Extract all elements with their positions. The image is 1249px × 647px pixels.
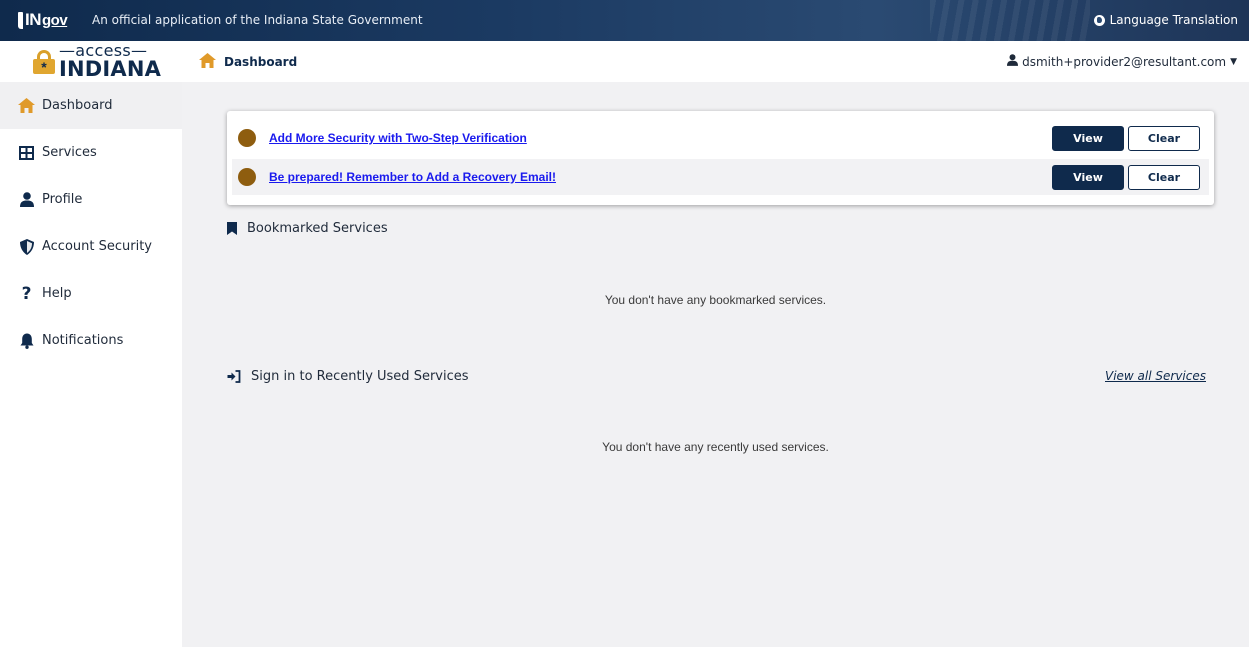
bell-icon [18, 332, 35, 349]
user-menu[interactable]: dsmith+provider2@resultant.com ▼ [1007, 54, 1237, 69]
bookmark-icon [227, 222, 237, 235]
clear-button[interactable]: Clear [1128, 126, 1200, 151]
recent-services-heading: Sign in to Recently Used Services [227, 369, 469, 384]
ingov-logo[interactable]: IN gov [18, 10, 68, 30]
chevron-down-icon: ▼ [1230, 56, 1237, 67]
user-icon [1007, 54, 1019, 69]
language-translation-label: Language Translation [1109, 13, 1238, 27]
ingov-logo-mark [18, 11, 23, 29]
breadcrumb-label: Dashboard [224, 55, 298, 69]
home-icon [18, 97, 35, 114]
alert-link-recovery-email[interactable]: Be prepared! Remember to Add a Recovery … [269, 170, 556, 184]
recent-empty-message: You don't have any recently used service… [602, 440, 829, 454]
home-icon [199, 53, 216, 71]
sidebar-item-help[interactable]: ? Help [0, 270, 182, 317]
ingov-logo-gov: gov [42, 11, 68, 29]
sidebar-item-label: Help [42, 286, 72, 301]
globe-icon [1093, 14, 1105, 26]
sidebar-item-services[interactable]: Services [0, 129, 182, 176]
brand-indiana: INDIANA [59, 57, 162, 81]
sidebar-item-label: Dashboard [42, 98, 113, 113]
alert-row: Add More Security with Two-Step Verifica… [232, 120, 1209, 156]
sidebar-item-label: Profile [42, 192, 83, 207]
bookmarks-empty-message: You don't have any bookmarked services. [604, 293, 827, 307]
language-translation-button[interactable]: Language Translation [1093, 13, 1238, 27]
alert-row: Be prepared! Remember to Add a Recovery … [232, 159, 1209, 195]
view-all-services-link[interactable]: View all Services [1105, 369, 1206, 383]
sidebar-item-dashboard[interactable]: Dashboard [0, 82, 182, 129]
breadcrumb[interactable]: Dashboard [199, 53, 297, 71]
gov-banner: IN gov An official application of the Ind… [0, 0, 1249, 41]
sidebar-item-label: Notifications [42, 333, 124, 348]
sign-in-icon [227, 370, 241, 383]
top-header: Dashboard dsmith+provider2@resultant.com… [182, 41, 1249, 82]
sidebar-item-profile[interactable]: Profile [0, 176, 182, 223]
alert-dot-icon [238, 129, 256, 147]
person-icon [18, 191, 35, 208]
grid-icon [18, 144, 35, 161]
sidebar-nav: Dashboard Services Profile Account Secur… [0, 82, 182, 364]
sidebar-item-label: Account Security [42, 239, 153, 254]
shield-icon [18, 238, 35, 255]
recent-services-title: Sign in to Recently Used Services [251, 369, 469, 384]
clear-button[interactable]: Clear [1128, 165, 1200, 190]
access-indiana-logo[interactable]: * —access— INDIANA [0, 41, 182, 82]
banner-decoration [930, 0, 1090, 41]
alerts-panel: Add More Security with Two-Step Verifica… [227, 111, 1214, 205]
main-content: Add More Security with Two-Step Verifica… [182, 82, 1249, 647]
alert-link-two-step[interactable]: Add More Security with Two-Step Verifica… [269, 131, 527, 145]
user-email: dsmith+provider2@resultant.com [1022, 54, 1227, 69]
lock-icon: * [33, 49, 55, 75]
alert-dot-icon [238, 168, 256, 186]
sidebar: * —access— INDIANA Dashboard Services Pr… [0, 41, 182, 647]
question-icon: ? [21, 283, 32, 304]
bookmarked-services-title: Bookmarked Services [247, 221, 388, 236]
view-button[interactable]: View [1052, 165, 1124, 190]
sidebar-item-notifications[interactable]: Notifications [0, 317, 182, 364]
gov-banner-text: An official application of the Indiana S… [92, 13, 423, 27]
ingov-logo-in: IN [25, 10, 42, 29]
bookmarked-services-heading: Bookmarked Services [227, 221, 388, 236]
view-button[interactable]: View [1052, 126, 1124, 151]
sidebar-item-account-security[interactable]: Account Security [0, 223, 182, 270]
sidebar-item-label: Services [42, 145, 97, 160]
